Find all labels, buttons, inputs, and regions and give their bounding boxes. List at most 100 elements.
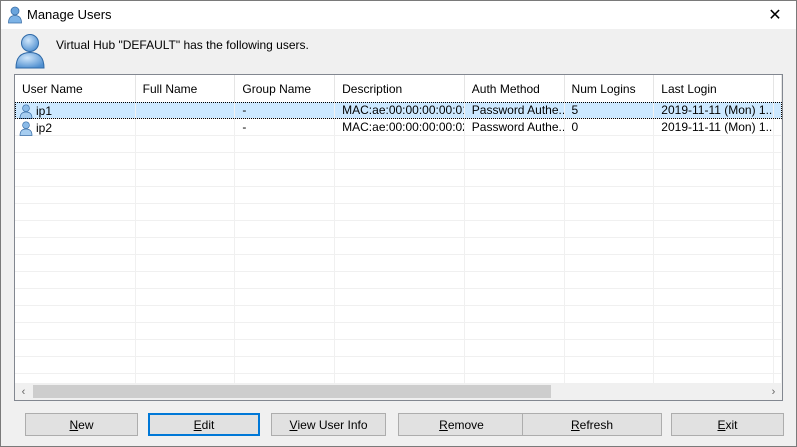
empty-cell [335,255,465,272]
empty-cell [15,323,136,340]
empty-cell [335,323,465,340]
empty-cell [136,306,236,323]
empty-cell [465,204,565,221]
empty-cell [335,204,465,221]
empty-row [15,306,782,323]
horizontal-scrollbar[interactable]: ‹ › [15,383,782,400]
empty-cell [15,153,136,170]
empty-cell [235,170,336,187]
empty-cell [565,340,655,357]
mnemonic-char: R [439,417,448,432]
empty-cell [465,187,565,204]
empty-cell [335,357,465,374]
scroll-thumb[interactable] [33,385,551,398]
refresh-button[interactable]: Refresh [522,413,662,436]
empty-cell [654,204,774,221]
empty-row [15,340,782,357]
empty-cell [235,153,336,170]
empty-cell [774,289,782,306]
mnemonic-char: V [289,417,298,432]
empty-cell [15,204,136,221]
empty-cell [465,238,565,255]
empty-cell [774,187,782,204]
empty-cell [235,289,336,306]
empty-cell [565,272,655,289]
empty-cell [565,153,655,170]
empty-cell [465,136,565,153]
empty-cell [774,204,782,221]
empty-cell [335,289,465,306]
close-button[interactable]: ✕ [754,1,796,29]
empty-cell [654,170,774,187]
empty-cell [15,187,136,204]
table-cell: 5 [565,102,655,119]
empty-cell [465,255,565,272]
empty-cell [15,289,136,306]
view-user-info-button[interactable]: View User Info [271,413,386,436]
cell-user-name: ip1 [15,102,136,119]
empty-cell [654,187,774,204]
empty-cell [565,238,655,255]
user-icon [15,34,45,69]
empty-cell [565,136,655,153]
table-cell: - [235,119,336,136]
column-last-login[interactable]: Last Login [654,75,774,102]
column-full-name[interactable]: Full Name [136,75,236,102]
empty-cell [136,255,236,272]
empty-cell [335,238,465,255]
column-auth-method[interactable]: Auth Method [465,75,565,102]
table-cell [136,119,236,136]
list-body: ip1 - MAC:ae:00:00:00:00:01 Password Authe.… [15,102,782,384]
empty-cell [774,323,782,340]
table-row[interactable]: ip2 - MAC:ae:00:00:00:00:02 Password Authe.… [15,119,782,136]
empty-cell [235,187,336,204]
empty-cell [654,272,774,289]
column-group-name[interactable]: Group Name [235,75,336,102]
empty-row [15,238,782,255]
empty-cell [335,170,465,187]
column-user-name[interactable]: User Name [15,75,136,102]
column-description[interactable]: Description [335,75,465,102]
user-name-text: ip1 [36,104,53,118]
table-row[interactable]: ip1 - MAC:ae:00:00:00:00:01 Password Authe.… [15,102,782,119]
empty-cell [654,238,774,255]
empty-cell [235,306,336,323]
hub-users-message: Virtual Hub "DEFAULT" has the following … [56,38,309,52]
empty-cell [565,170,655,187]
new-button[interactable]: New [25,413,138,436]
table-cell [774,119,782,136]
empty-cell [235,272,336,289]
empty-cell [565,306,655,323]
empty-cell [335,153,465,170]
exit-button[interactable]: Exit [671,413,784,436]
empty-cell [235,136,336,153]
empty-cell [774,340,782,357]
chevron-right-icon: › [771,385,776,398]
empty-cell [15,255,136,272]
empty-cell [565,323,655,340]
empty-cell [15,357,136,374]
empty-cell [565,255,655,272]
empty-cell [136,238,236,255]
mnemonic-char: E [717,417,726,432]
scroll-right-button[interactable]: › [765,383,782,400]
empty-cell [335,221,465,238]
edit-button[interactable]: Edit [148,413,260,436]
column-num-logins[interactable]: Num Logins [565,75,655,102]
empty-cell [465,323,565,340]
remove-button[interactable]: Remove [398,413,525,436]
users-list[interactable]: User Name Full Name Group Name Descripti… [14,74,783,401]
empty-cell [774,170,782,187]
empty-cell [774,272,782,289]
table-cell: MAC:ae:00:00:00:00:02 [335,119,465,136]
chevron-left-icon: ‹ [21,385,26,398]
scroll-left-button[interactable]: ‹ [15,383,32,400]
empty-cell [235,204,336,221]
empty-cell [654,306,774,323]
empty-cell [15,340,136,357]
empty-cell [565,204,655,221]
empty-cell [136,136,236,153]
empty-cell [136,323,236,340]
empty-cell [654,357,774,374]
empty-cell [565,221,655,238]
